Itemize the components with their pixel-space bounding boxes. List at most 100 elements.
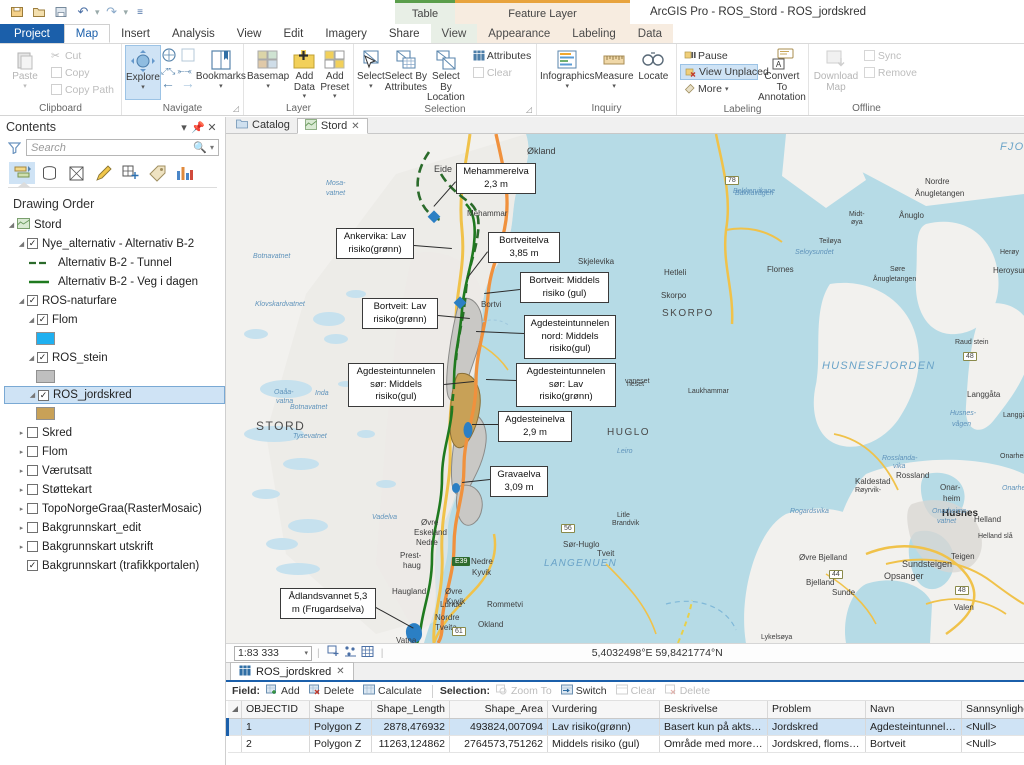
layer-tree-item-stord[interactable]: ◢ Stord [4,215,225,234]
layer-visibility-checkbox[interactable]: ✓ [27,560,38,571]
layer-tree-item-flom[interactable]: ▸ Flom [4,442,225,461]
column-header-shape[interactable]: Shape [309,701,372,719]
layer-visibility-checkbox[interactable]: ✓ [38,389,49,401]
table-cell[interactable]: 11263,124862 [371,735,450,753]
list-by-labeling-icon[interactable] [144,162,170,184]
layer-visibility-checkbox[interactable]: ✓ [27,238,38,249]
table-cell[interactable]: 1 [241,718,310,736]
table-cell[interactable]: Bortveit [865,735,962,753]
copy-button[interactable]: Copy [47,64,118,81]
attributes-button[interactable]: Attributes [469,47,535,64]
list-by-charts-icon[interactable] [171,162,197,184]
add-field-button[interactable]: Add [263,684,303,698]
attribute-table-icon[interactable] [359,645,376,661]
layer-visibility-checkbox[interactable] [27,427,38,438]
convert-to-annotation-button[interactable]: A Convert To Annotation [758,45,806,104]
list-by-selection-icon[interactable] [63,162,89,184]
tab-appearance[interactable]: Appearance [477,24,562,43]
table-cell[interactable]: Lav risiko(grønn) [547,718,660,736]
delete-selection-button[interactable]: Delete [662,684,713,698]
filter-icon[interactable] [7,141,21,155]
chevron-right-icon[interactable]: ▸ [16,486,27,494]
delete-field-button[interactable]: Delete [306,684,357,698]
column-header-problem[interactable]: Problem [767,701,866,719]
list-by-snapping-icon[interactable] [117,162,143,184]
full-extent-icon[interactable] [161,47,177,66]
layer-tree-item-bakgrunnskart-utskrift[interactable]: ▸ Bakgrunnskart utskrift [4,537,225,556]
table-cell[interactable]: 493824,007094 [449,718,548,736]
chevron-down-icon[interactable]: ◢ [26,354,37,362]
cut-button[interactable]: ✂ Cut [47,47,118,64]
layer-tree-item-toponorgegraa-rastermosaic-[interactable]: ▸ TopoNorgeGraa(RasterMosaic) [4,499,225,518]
list-by-editing-icon[interactable] [90,162,116,184]
tab-data[interactable]: Data [626,24,674,43]
select-by-location-button[interactable]: Select By Location [427,45,465,104]
paste-dropdown-icon[interactable]: ▾ [23,83,27,90]
locate-button[interactable]: Locate [634,45,673,83]
basemap-button[interactable]: Basemap ▾ [247,45,289,90]
copy-path-button[interactable]: Copy Path [47,81,118,98]
calculate-field-button[interactable]: Calculate [360,684,425,698]
previous-extent-icon[interactable]: ← [161,76,175,90]
paste-button[interactable]: Paste ▾ [3,45,47,90]
map-scale-selector[interactable]: 1:83 333 ▾ [234,645,312,661]
grid-corner[interactable] [227,701,242,719]
view-tab-catalog[interactable]: Catalog [229,117,297,133]
table-cell[interactable]: <Null> [961,718,1024,736]
chevron-right-icon[interactable]: ▸ [16,429,27,437]
fixed-zoom-icon[interactable] [180,47,196,66]
chevron-right-icon[interactable]: ▸ [16,467,27,475]
search-dropdown-icon[interactable]: ▾ [210,143,214,152]
tab-table-view[interactable]: View [430,24,478,43]
sync-button[interactable]: Sync [860,47,921,64]
table-cell[interactable]: Polygon Z [309,735,372,753]
select-by-attributes-button[interactable]: Select By Attributes [385,45,427,93]
layer-tree-item-v-rutsatt[interactable]: ▸ Værutsatt [4,461,225,480]
map-canvas[interactable]: FJORDEN HUSNESFJORDEN LANGENUEN SKORPO HUGLO… [226,134,1024,643]
selection-tools-icon[interactable] [342,645,359,661]
layer-visibility-checkbox[interactable] [27,484,38,495]
layer-tree-item-ros-jordskred[interactable]: ◢ ✓ ROS_jordskred [4,386,225,404]
layer-visibility-checkbox[interactable] [27,503,38,514]
tab-view[interactable]: View [226,24,273,43]
layer-visibility-checkbox[interactable]: ✓ [27,295,38,306]
table-cell[interactable]: Basert kun på aktso... [659,718,768,736]
column-header-navn[interactable]: Navn [865,701,962,719]
layer-tree-item-st-ttekart[interactable]: ▸ Støttekart [4,480,225,499]
table-cell[interactable]: Middels risiko (gul) [547,735,660,753]
pin-icon[interactable]: 📌 [191,121,205,134]
row-selector[interactable] [227,735,242,753]
tab-edit[interactable]: Edit [272,24,314,43]
column-header-shape-area[interactable]: Shape_Area [449,701,548,719]
save-as-icon[interactable] [50,2,72,22]
table-cell[interactable]: Jordskred [767,718,866,736]
measure-dropdown-icon[interactable]: ▾ [612,83,616,90]
table-cell[interactable]: 2 [241,735,310,753]
column-header-shape-length[interactable]: Shape_Length [371,701,450,719]
add-preset-button[interactable]: Add Preset ▾ [320,45,350,100]
zoom-to-button[interactable]: Zoom To [493,684,555,698]
list-by-data-source-icon[interactable] [36,162,62,184]
table-cell[interactable]: Område med moren... [659,735,768,753]
column-header-beskrivelse[interactable]: Beskrivelse [659,701,768,719]
bookmarks-dropdown-icon[interactable]: ▾ [219,83,223,90]
layer-tree-item-flom[interactable]: ◢ ✓ Flom [4,310,225,329]
table-row[interactable]: 1 Polygon Z 2878,476932 493824,007094 Lav ri… [226,718,1024,736]
select-button[interactable]: Select ▾ [357,45,385,90]
tab-project[interactable]: Project [0,24,64,43]
tab-labeling[interactable]: Labeling [561,24,627,43]
table-row[interactable]: 2 Polygon Z 11263,124862 2764573,751262 Midd… [227,735,1024,753]
row-selector[interactable] [226,718,242,736]
more-labeling-button[interactable]: More ▾ [680,80,758,97]
add-data-button[interactable]: Add Data ▾ [289,45,319,100]
layer-tree-item-bakgrunnskart-trafikkportalen-[interactable]: ✓ Bakgrunnskart (trafikkportalen) [4,556,225,575]
clear-selection-button[interactable]: Clear [469,64,535,81]
chevron-down-icon[interactable]: ◢ [26,316,37,324]
close-icon[interactable]: ✕ [336,666,344,677]
layer-tree-item-nye-alternativ-alternativ-b-2[interactable]: ◢ ✓ Nye_alternativ - Alternativ B-2 [4,234,225,253]
layer-tree-item-bakgrunnskart-edit[interactable]: ▸ Bakgrunnskart_edit [4,518,225,537]
selection-dialog-launcher-icon[interactable]: ◿ [526,105,532,114]
chevron-down-icon[interactable]: ▾ [304,649,308,657]
bookmarks-button[interactable]: Bookmarks ▾ [196,45,246,90]
column-header-objectid[interactable]: OBJECTID [241,701,310,719]
